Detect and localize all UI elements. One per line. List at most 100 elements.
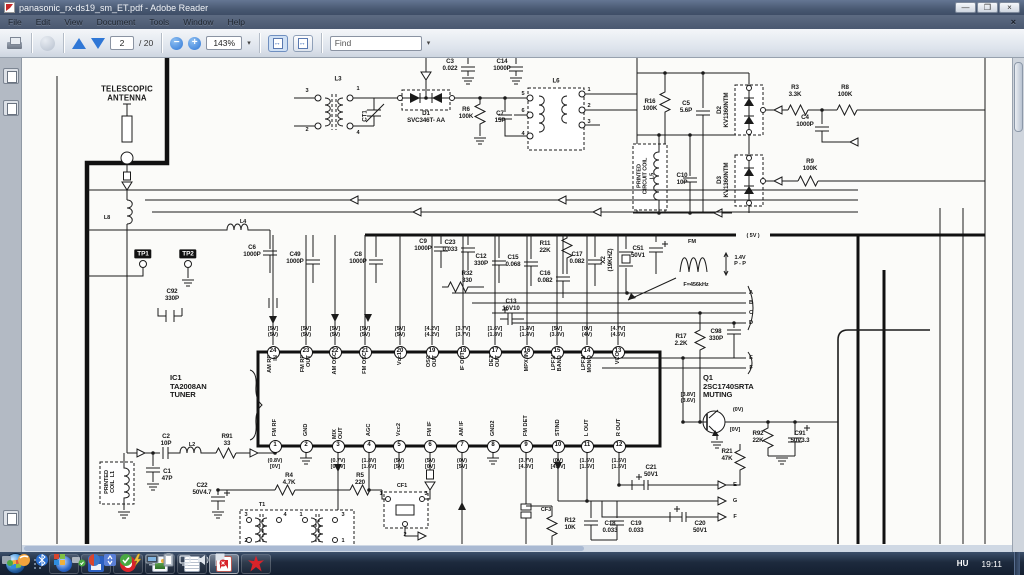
ic-pin-5: 5 [392,439,406,453]
attachments-icon[interactable] [3,510,19,526]
menu-item-window[interactable]: Window [183,17,213,27]
toolbar-separator [320,33,322,53]
ic-pin-11: 11 [580,439,594,453]
ic-pin-label: FM DET [522,415,529,437]
ic-pin-label: IF OUT [459,352,466,371]
ic-pin-label: AGC [365,423,372,437]
ic-pin-label: FM OSC [361,352,368,374]
red-star-app-icon [248,555,264,572]
menu-bar: File Edit View Document Tools Window Help × [0,15,1024,29]
update-icon[interactable] [2,556,13,566]
zoom-dropdown-icon[interactable]: ▾ [247,39,251,47]
toolbar-separator [31,33,32,53]
find-input[interactable] [329,35,422,51]
ic-pin-1: 1 [268,439,282,453]
pin-voltage: [4.7V] (4.5V) [610,325,626,338]
ic-pin-7: 7 [455,439,469,453]
pin-voltage: (1.5V) [1.5V] [611,457,627,470]
zoom-out-icon[interactable]: − [170,36,184,50]
ic-pin-3: 3 [331,439,345,453]
show-desktop-button[interactable] [1014,552,1020,575]
ball-icon[interactable] [18,554,30,566]
ic-pin-label: FM RF [271,418,278,437]
taskbar-clock[interactable]: 19:11 [975,559,1010,569]
menu-item-tools[interactable]: Tools [149,17,169,27]
navigation-panel [0,58,22,552]
pin-voltage: (3.7V) [4.3V] [518,457,534,470]
zoom-level[interactable]: 143% [206,36,243,50]
ic-pin-label: Vcc1 [396,352,403,366]
ic-pin-2: 2 [299,439,313,453]
pin-voltage: (0V) [4.8V] [550,457,566,470]
minimize-button[interactable]: — [955,2,976,13]
pin-voltage: [3.7V] (3.7V) [455,325,471,338]
title-bar: panasonic_rx-ds19_sm_ET.pdf - Adobe Read… [0,0,1024,15]
flash-icon[interactable] [133,553,142,567]
toolbar-separator [258,33,260,53]
ic-pin-label: MIX OUT [331,427,344,440]
usb-safely-remove-icon[interactable] [72,557,86,567]
scrollbar-thumb[interactable] [1014,62,1023,132]
network-icon[interactable] [179,555,191,566]
pin-voltage: [0V] (4V) [581,325,593,338]
schematic-drawing [56,58,986,545]
pin-voltage: (1.8V) [1.6V] [361,457,377,470]
pin-voltage: (1.5V) [1.5V] [579,457,595,470]
ic-pin-label: STIND [554,419,561,437]
close-document-icon[interactable]: × [1011,17,1016,27]
system-tray: HU 19:11 [2,552,1024,575]
restore-button[interactable]: ❒ [977,2,998,13]
email-icon[interactable] [40,35,55,51]
bluetooth-icon[interactable] [36,554,48,567]
sync-arrows-icon[interactable] [104,554,116,566]
vertical-scrollbar[interactable] [1012,58,1024,552]
page-number-input[interactable] [110,36,134,50]
window-title: panasonic_rx-ds19_sm_ET.pdf - Adobe Read… [19,2,209,13]
menu-item-view[interactable]: View [64,17,82,27]
ic-pin-label: L OUT [583,419,590,437]
page-down-icon[interactable] [91,37,105,49]
pin-voltage: [1.4V] (1.4V) [519,325,535,338]
pdf-file-icon [4,2,15,13]
page-total: / 20 [139,38,154,48]
language-indicator[interactable]: HU [954,557,972,570]
print-icon[interactable] [6,36,23,50]
ic-pin-6: 6 [423,439,437,453]
close-button[interactable]: × [999,2,1020,13]
green-check-icon[interactable] [120,554,132,566]
menu-item-edit[interactable]: Edit [36,17,51,27]
ic-pin-9: 9 [519,439,533,453]
zoom-in-icon[interactable]: + [188,36,202,50]
display-icon[interactable] [145,554,159,566]
scrollbar-thumb[interactable] [24,546,584,551]
fit-page-icon[interactable] [292,34,313,52]
clipboard-icon[interactable] [163,553,174,567]
pin-voltage: (0.8V) [0V] [267,457,283,470]
page-thumbnails-icon[interactable] [3,68,19,84]
ic-pin-label: AM OSC [331,352,338,375]
pin-voltage: [5V] (3.8V) [549,325,565,338]
ic-pin-label: VCO [614,352,621,365]
horizontal-scrollbar[interactable] [22,545,1012,552]
globe-icon[interactable] [88,554,100,566]
action-center-flag-icon[interactable] [215,553,227,567]
ic-pin-4: 4 [362,439,376,453]
ic-pin-8: 8 [486,439,500,453]
scrolling-mode-icon[interactable] [267,34,288,52]
menu-item-help[interactable]: Help [227,17,244,27]
volume-icon[interactable] [198,555,209,565]
tray-icons [2,553,227,567]
pin-voltage: (0V) [5V] [456,457,468,470]
pin-voltage: (5V) [0V] [424,457,436,470]
program-grid-icon[interactable] [54,554,65,565]
menu-item-document[interactable]: Document [97,17,136,27]
page-up-icon[interactable] [72,37,86,49]
menu-item-file[interactable]: File [8,17,22,27]
pin-voltage: [5V] (5V) [394,325,406,338]
pin-voltage: [5V] (5V) [359,325,371,338]
bookmarks-icon[interactable] [3,100,19,116]
pin-voltage: [5V] (5V) [267,325,279,338]
toolbar-separator [63,33,64,53]
ic-pin-label: GND [302,423,309,437]
find-dropdown-icon[interactable]: ▾ [427,39,431,47]
